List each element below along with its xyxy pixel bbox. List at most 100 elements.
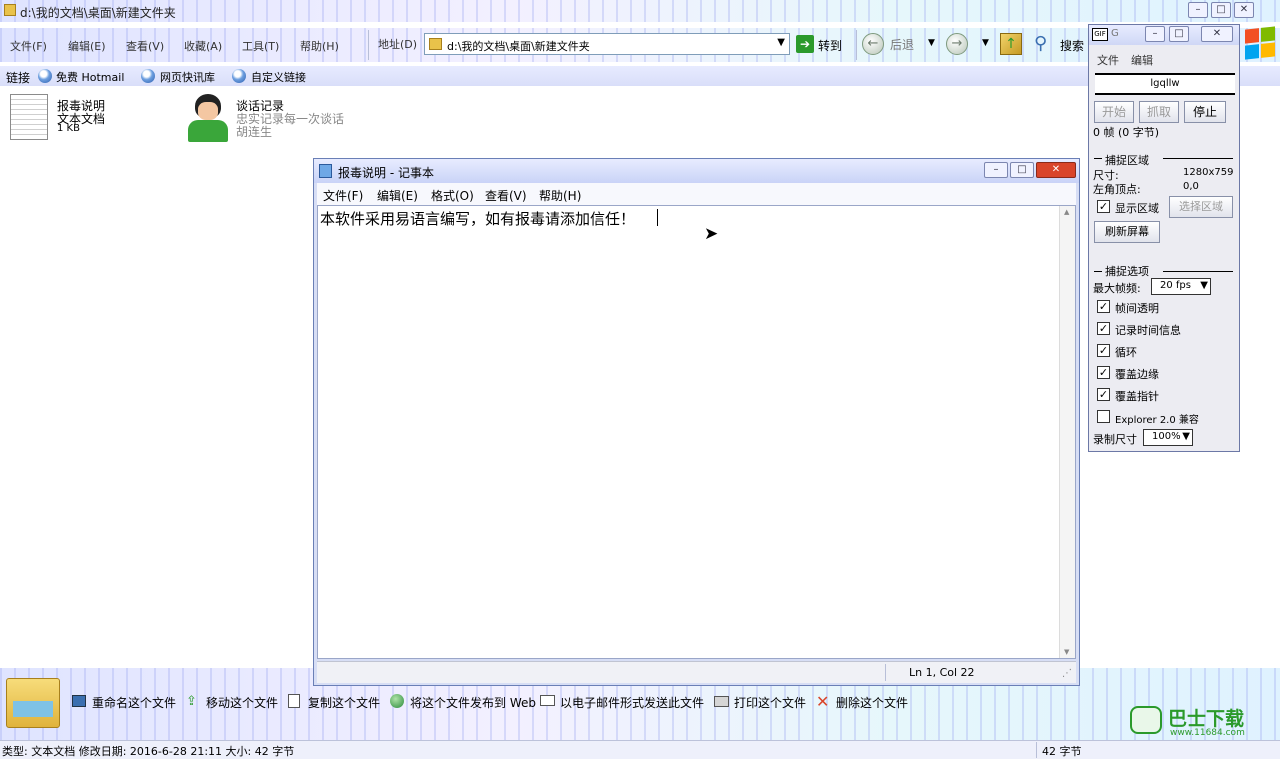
user-avatar-icon [184,94,230,142]
watermark: 巴士下载 www.11684.com [1128,702,1278,740]
option-checkbox[interactable]: ✓ [1097,366,1110,379]
notepad-menu-file[interactable]: 文件(F) [323,187,363,204]
capture-menu-edit[interactable]: 编辑 [1131,52,1153,68]
corner-value: 0,0 [1183,181,1199,192]
max-fps-label: 最大帧频: [1093,282,1141,295]
grab-button[interactable]: 抓取 [1139,101,1179,123]
chevron-down-icon[interactable]: ▼ [982,38,989,48]
back-button[interactable]: ← 后退 ▼ [862,33,940,55]
notepad-menu-edit[interactable]: 编辑(E) [377,187,418,204]
option-checkbox[interactable] [1097,410,1110,423]
email-label: 以电子邮件形式发送此文件 [560,696,705,710]
menu-edit[interactable]: 编辑(E) [68,38,106,54]
text-document-icon [10,94,48,140]
max-fps-value: 20 fps [1160,280,1191,291]
option-label: 帧间透明 [1115,302,1159,315]
watermark-url: www.11684.com [1170,728,1245,738]
rename-label: 重命名这个文件 [92,696,177,710]
option-label: 覆盖边缘 [1115,368,1159,381]
scroll-down-icon[interactable]: ▼ [1064,648,1069,656]
address-value: d:\我的文档\桌面\新建文件夹 [447,40,590,53]
globe-icon [390,694,404,708]
record-size-value: 100% [1152,431,1181,442]
capture-menu-file[interactable]: 文件 [1097,52,1119,68]
start-button[interactable]: 开始 [1094,101,1134,123]
notepad-menu-help[interactable]: 帮助(H) [539,187,581,204]
refresh-screen-button[interactable]: 刷新屏幕 [1094,221,1160,243]
notepad-menu-format[interactable]: 格式(O) [431,187,474,204]
notepad-maximize-button[interactable]: □ [1010,162,1034,178]
corner-label: 左角顶点: [1093,183,1141,196]
capture-minimize-button[interactable]: – [1145,26,1165,42]
notepad-menu-view[interactable]: 查看(V) [485,187,527,204]
forward-arrow-icon: → [946,33,968,55]
stop-button[interactable]: 停止 [1184,101,1226,123]
record-size-select[interactable]: 100% ▼ [1143,429,1193,446]
notepad-text-area[interactable]: 本软件采用易语言编写，如有报毒请添加信任！ ➤ ▲ ▼ [317,205,1076,659]
file-author: 胡连生 [236,125,273,139]
option-label: 覆盖指针 [1115,390,1159,403]
toolbar-separator [856,30,857,60]
notepad-title-bar: 报毒说明 - 记事本 – □ ✕ [314,159,1079,183]
show-area-checkbox[interactable]: ✓ [1097,200,1110,213]
option-checkbox[interactable]: ✓ [1097,388,1110,401]
print-label: 打印这个文件 [734,696,807,710]
option-checkbox[interactable]: ✓ [1097,322,1110,335]
menu-file[interactable]: 文件(F) [10,38,47,54]
menu-favorites[interactable]: 收藏(A) [184,38,222,54]
link-web-slice[interactable]: 网页快讯库 [160,69,215,85]
menu-help[interactable]: 帮助(H) [300,38,339,54]
notepad-icon [319,164,332,178]
move-icon: ⇪ [186,694,197,709]
file-item[interactable]: 报毒说明 文本文档 1 KB [8,92,158,142]
link-hotmail[interactable]: 免费 Hotmail [56,69,124,85]
notepad-vertical-scrollbar[interactable]: ▲ ▼ [1059,206,1075,658]
forward-button[interactable]: → ▼ [946,33,994,55]
go-button[interactable]: ➔ 转到 [796,35,852,55]
max-fps-select[interactable]: 20 fps ▼ [1151,278,1211,295]
section-rule [1094,271,1102,272]
envelope-icon [540,695,555,706]
explorer-title: d:\我的文档\桌面\新建文件夹 [20,6,176,20]
search-icon: ⚲ [1034,33,1048,54]
address-label: 地址(D) [378,38,418,51]
go-label: 转到 [818,39,843,53]
links-label: 链接 [6,71,31,85]
capture-close-button[interactable]: ✕ [1201,26,1233,42]
link-custom[interactable]: 自定义链接 [251,69,306,85]
minimize-button[interactable]: – [1188,2,1208,18]
option-checkbox[interactable]: ✓ [1097,300,1110,313]
capture-options-header: 捕捉选项 [1105,265,1149,278]
notepad-menu-bar: 文件(F) 编辑(E) 格式(O) 查看(V) 帮助(H) [317,183,1076,205]
chevron-down-icon: ▼ [1182,431,1190,442]
address-input[interactable]: d:\我的文档\桌面\新建文件夹 ▼ [424,33,790,55]
text-caret [657,209,658,226]
resize-grip-icon[interactable]: ⋰ [1062,668,1072,679]
scroll-up-icon[interactable]: ▲ [1064,208,1069,216]
search-button[interactable]: ⚲ 搜索 [1032,33,1088,55]
notepad-close-button[interactable]: ✕ [1036,162,1076,178]
capture-title-bar: GIF G – □ ✕ [1089,25,1239,45]
file-item[interactable]: 谈话记录 忠实记录每一次谈话 胡连生 [182,92,382,142]
watermark-logo-icon [1130,706,1162,734]
folder-icon [429,38,442,50]
maximize-button[interactable]: □ [1211,2,1231,18]
size-value: 1280x759 [1183,167,1234,178]
option-checkbox[interactable]: ✓ [1097,344,1110,357]
option-label: Explorer 2.0 兼容 [1115,415,1199,426]
select-area-button[interactable]: 选择区域 [1169,196,1233,218]
up-folder-icon[interactable]: ↑ [1000,33,1022,55]
publish-web-label: 将这个文件发布到 Web [410,696,536,710]
menu-view[interactable]: 查看(V) [126,38,164,54]
frame-count: 0 帧 (0 字节) [1093,126,1160,139]
close-button[interactable]: ✕ [1234,2,1254,18]
notepad-minimize-button[interactable]: – [984,162,1008,178]
printer-icon [714,696,729,707]
ie-link-icon [232,69,246,83]
chevron-down-icon[interactable]: ▼ [777,37,785,48]
section-rule [1163,158,1233,159]
menu-tools[interactable]: 工具(T) [242,38,279,54]
capture-maximize-button[interactable]: □ [1169,26,1189,42]
capture-tool-window: GIF G – □ ✕ 文件 编辑 lgqllw 开始 抓取 停止 0 帧 (0… [1088,24,1240,452]
chevron-down-icon[interactable]: ▼ [928,38,935,48]
